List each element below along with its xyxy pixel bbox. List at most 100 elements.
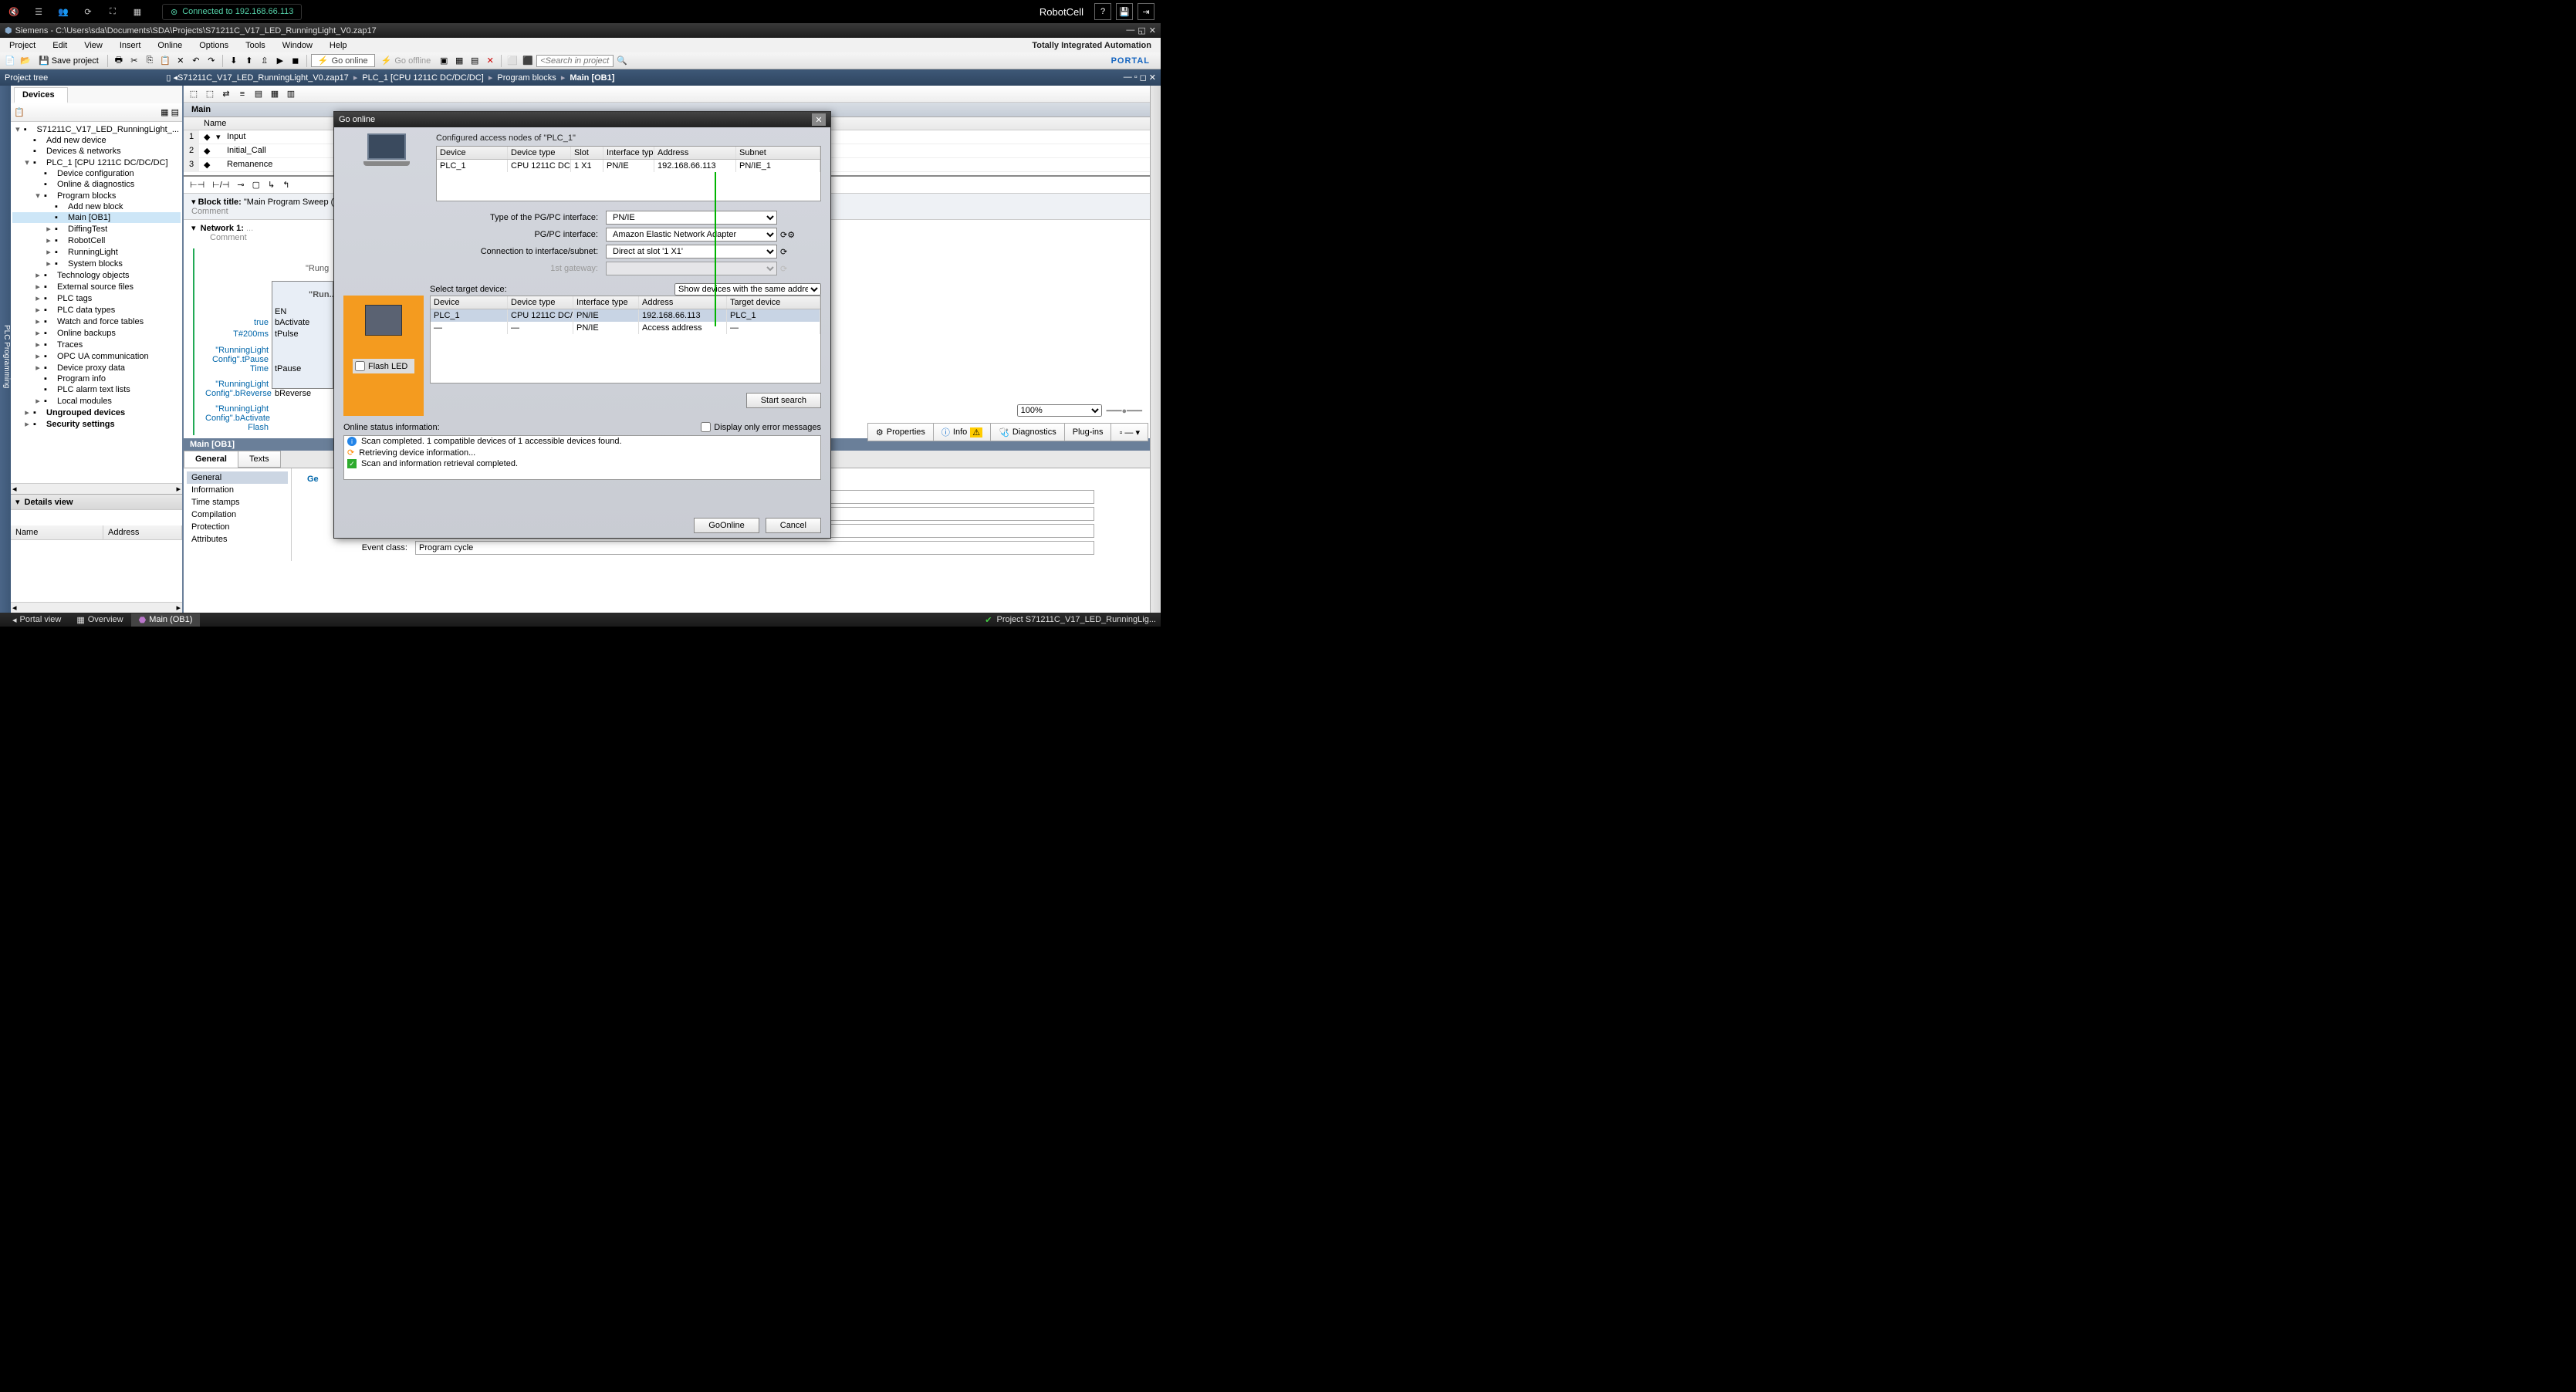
zoom-select[interactable]: 100% [1017,404,1102,417]
pgpc-iface-select[interactable]: Amazon Elastic Network Adapter [606,228,777,242]
tree-item[interactable]: ▸▪Watch and force tables [12,316,181,327]
download-icon[interactable]: ⬆ [242,54,256,68]
stop-icon[interactable]: ◼ [289,54,303,68]
zoom-slider[interactable]: ━━━●━━━ [1107,406,1142,416]
col2-device[interactable]: Device [431,296,508,309]
col2-iftype[interactable]: Interface type [573,296,639,309]
nav-timestamps[interactable]: Time stamps [187,496,288,508]
volume-mute-icon[interactable]: 🔇 [6,4,22,19]
devices-tab[interactable]: Devices [14,87,68,103]
tree-item[interactable]: ▸▪PLC tags [12,292,181,304]
tree-item[interactable]: ▸▪Online backups [12,327,181,339]
et-icon-5[interactable]: ▤ [252,87,265,101]
flash-led-checkbox[interactable] [355,361,365,371]
tree-item[interactable]: ▸▪System blocks [12,258,181,269]
details-col-name[interactable]: Name [11,525,103,539]
branch-close-icon[interactable]: ↰ [282,180,289,190]
et-icon-3[interactable]: ⇄ [219,87,233,101]
overview-tab[interactable]: ▦Overview [69,613,130,627]
sim-icon[interactable]: ▶ [273,54,287,68]
save-project-button[interactable]: 💾 Save project [34,56,103,66]
et-icon-2[interactable]: ⬚ [203,87,217,101]
close-icon[interactable]: ✕ [1149,25,1156,35]
go-online-confirm-button[interactable]: GoOnline [694,518,759,533]
target-device-row-2[interactable]: — — PN/IE Access address — [431,322,820,334]
menu-window[interactable]: Window [276,39,319,52]
search-input[interactable] [536,55,614,67]
upload-icon[interactable]: ⇫ [258,54,272,68]
go-offline-button[interactable]: ⚡ Go offline [377,55,436,66]
tree-item[interactable]: ▪Main [OB1] [12,212,181,223]
users-icon[interactable]: 👥 [56,4,71,19]
dialog-close-icon[interactable]: ✕ [812,113,826,126]
conn-select[interactable]: Direct at slot '1 X1' [606,245,777,258]
nav-attributes[interactable]: Attributes [187,533,288,546]
menu-online[interactable]: Online [151,39,188,52]
help-icon[interactable]: ? [1094,3,1111,20]
nav-compilation[interactable]: Compilation [187,508,288,521]
tab-properties[interactable]: ⚙Properties [867,423,934,441]
scroll-right2-icon[interactable]: ▸ [176,603,181,613]
tool-icon-3[interactable]: ▤ [468,54,482,68]
editor-close-icon[interactable]: ✕ [1149,73,1156,83]
target-device-row-1[interactable]: PLC_1 CPU 1211C DC/D... PN/IE 192.168.66… [431,309,820,322]
cancel-button[interactable]: Cancel [766,518,821,533]
main-ob1-tab[interactable]: ⬣Main (OB1) [131,613,201,627]
et-icon-4[interactable]: ≡ [235,87,249,101]
col-devtype[interactable]: Device type [508,147,571,159]
exit-icon[interactable]: ⇥ [1138,3,1154,20]
scroll-left-icon[interactable]: ◂ [12,484,17,494]
delete-icon[interactable]: ✕ [174,54,188,68]
maximize-icon[interactable]: ◱ [1138,25,1145,35]
plc-programming-strip[interactable]: PLC Programming [0,86,11,613]
tree-item[interactable]: ▪Add new device [12,135,181,146]
tree-tool-2-icon[interactable]: ▦ [161,108,168,117]
tab-info[interactable]: ⓘInfo⚠ [933,423,991,441]
tree-item[interactable]: ▪Devices & networks [12,146,181,157]
menu-help[interactable]: Help [323,39,353,52]
menu-tools[interactable]: Tools [239,39,272,52]
search-icon[interactable]: 🔍 [615,54,629,68]
menu-project[interactable]: Project [3,39,42,52]
refresh-icon[interactable]: ⟳ [780,230,787,240]
compile-icon[interactable]: ⬇ [227,54,241,68]
col2-address[interactable]: Address [639,296,727,309]
tree-item[interactable]: ▸▪PLC data types [12,304,181,316]
contact-nc-icon[interactable]: ⊢/⊣ [212,180,229,190]
split-v-icon[interactable]: ⬛ [521,54,535,68]
scroll-left2-icon[interactable]: ◂ [12,603,17,613]
new-project-icon[interactable]: 📄 [3,54,17,68]
branch-open-icon[interactable]: ↳ [268,180,275,190]
display-error-checkbox[interactable] [701,422,711,432]
tree-item[interactable]: ▸▪Local modules [12,395,181,407]
copy-icon[interactable]: ⎘ [143,54,157,68]
tree-item[interactable]: ▸▪Device proxy data [12,362,181,373]
save-icon[interactable]: 💾 [1116,3,1133,20]
panel-collapse-icon[interactable]: ▫ — ▾ [1111,423,1148,441]
tree-item[interactable]: ▸▪RobotCell [12,235,181,246]
grid-icon[interactable]: ▦ [130,4,145,19]
col2-target[interactable]: Target device [727,296,820,309]
tree-item[interactable]: ▪Program info [12,373,181,384]
tool-icon-1[interactable]: ▣ [437,54,451,68]
tab-texts[interactable]: Texts [238,451,281,468]
tree-item[interactable]: ▾▪Program blocks [12,190,181,201]
paste-icon[interactable]: 📋 [158,54,172,68]
connection-status[interactable]: ⊚ Connected to 192.168.66.113 [162,4,302,20]
tree-item[interactable]: ▪PLC alarm text lists [12,384,181,395]
details-col-address[interactable]: Address [103,525,182,539]
col-slot[interactable]: Slot [571,147,603,159]
menu-options[interactable]: Options [193,39,235,52]
tree-item[interactable]: ▾▪PLC_1 [CPU 1211C DC/DC/DC] [12,157,181,168]
coil-icon[interactable]: ⊸ [237,180,244,190]
editor-restore-icon[interactable]: ▫ [1134,73,1138,83]
cut-icon[interactable]: ✂ [127,54,141,68]
tab-diagnostics[interactable]: 🩺Diagnostics [990,423,1065,441]
et-icon-1[interactable]: ⬚ [187,87,201,101]
tree-item[interactable]: ▸▪External source files [12,281,181,292]
tree-item[interactable]: ▸▪Security settings [12,418,181,430]
tab-plugins[interactable]: Plug-ins [1064,423,1112,441]
config-icon[interactable]: ⚙ [787,230,795,240]
open-project-icon[interactable]: 📂 [19,54,32,68]
access-node-row[interactable]: PLC_1 CPU 1211C DC/D... 1 X1 PN/IE 192.1… [437,160,820,172]
